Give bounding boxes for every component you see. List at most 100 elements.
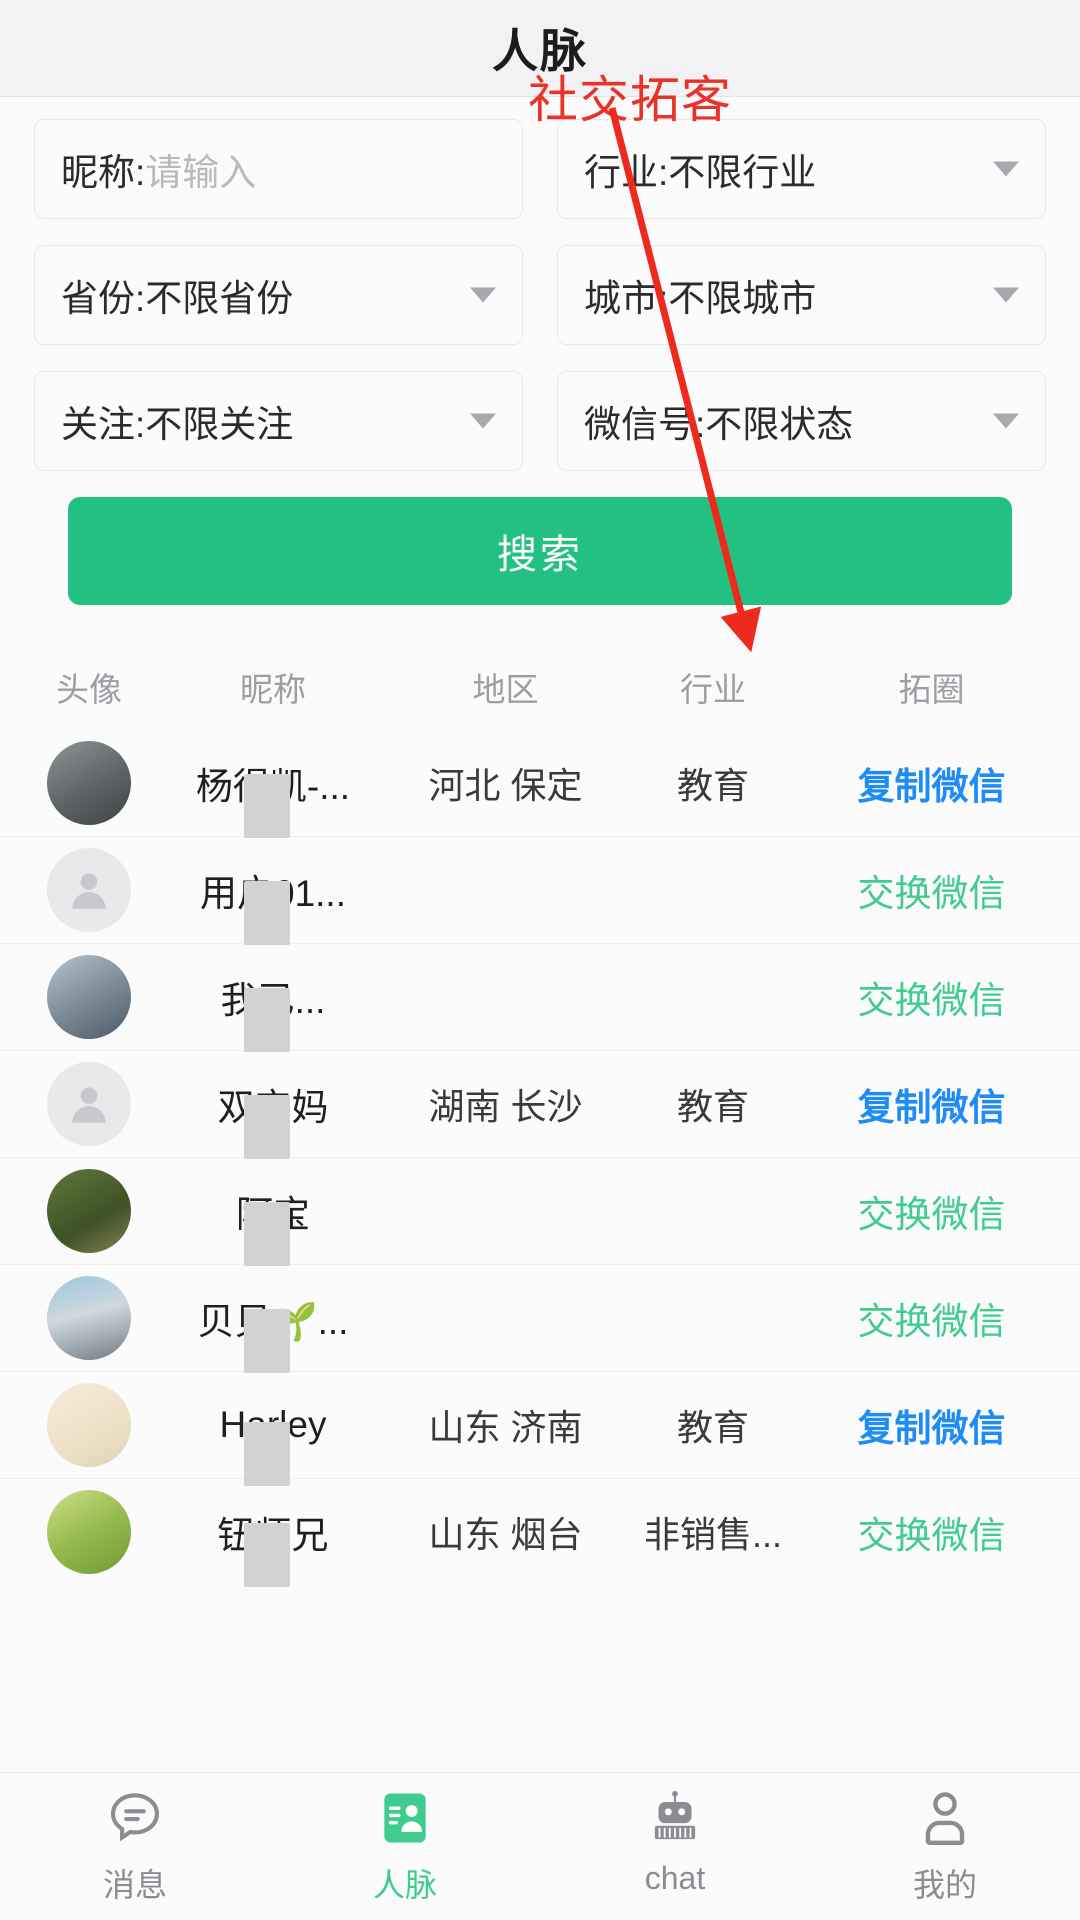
exchange-wechat-button[interactable]: 交换微信 [858, 1301, 1006, 1342]
nickname-text: 用户01... [200, 873, 346, 914]
tab-label: 消息 [102, 1867, 167, 1903]
filter-label-city: 城市: [584, 278, 669, 319]
cell-action: 复制微信 [813, 756, 1050, 810]
table-row[interactable]: 贝贝🌱... 交换微信 [0, 1264, 1080, 1373]
column-header-industry: 行业 [680, 671, 746, 708]
person-placeholder-icon [72, 1087, 106, 1123]
column-header-avatar: 头像 [56, 671, 122, 708]
filter-industry[interactable]: 行业: 不限行业 [557, 119, 1046, 219]
cell-nickname: 阿宝 [148, 1184, 398, 1266]
robot-icon [644, 1787, 706, 1849]
cell-industry: 非销售... [613, 1506, 813, 1558]
avatar[interactable] [47, 848, 131, 932]
filter-label-wechat-status: 微信号: [584, 404, 706, 445]
nickname-text: 钮师兄 [217, 1515, 329, 1556]
table-row[interactable]: 双宝妈 湖南 长沙 教育 复制微信 [0, 1050, 1080, 1159]
person-placeholder-icon [72, 873, 106, 909]
filter-province[interactable]: 省份: 不限省份 [34, 245, 523, 345]
filter-value-follow: 不限关注 [145, 404, 294, 445]
region-text: 山东 济南 [428, 1407, 583, 1448]
tab-消息[interactable]: 消息 [0, 1787, 270, 1906]
filter-label-province: 省份: [61, 278, 146, 319]
copy-wechat-button[interactable]: 复制微信 [858, 766, 1006, 807]
cell-nickname: 贝贝🌱... [148, 1291, 398, 1373]
filter-label-follow: 关注: [61, 404, 146, 445]
copy-wechat-button[interactable]: 复制微信 [858, 1408, 1006, 1449]
filter-label-nickname: 昵称: [61, 152, 146, 193]
filter-city[interactable]: 城市: 不限城市 [557, 245, 1046, 345]
filter-value-city: 不限城市 [668, 278, 817, 319]
chevron-down-icon [993, 161, 1019, 177]
tab-chat[interactable]: chat [540, 1787, 810, 1906]
tab-人脉[interactable]: 人脉 [270, 1787, 540, 1906]
cell-avatar [30, 1062, 148, 1146]
filter-value-province: 不限省份 [145, 278, 294, 319]
cell-avatar [30, 1276, 148, 1360]
filter-nickname[interactable]: 昵称: 请输入 [34, 119, 523, 219]
cell-nickname: 杨得凯-... [148, 756, 398, 838]
tab-label: 我的 [912, 1867, 977, 1903]
chevron-down-icon [993, 413, 1019, 429]
nickname-text: 阿宝 [236, 1194, 310, 1235]
filter-follow[interactable]: 关注: 不限关注 [34, 371, 523, 471]
chevron-down-icon [470, 287, 496, 303]
avatar[interactable] [47, 1383, 131, 1467]
industry-text: 教育 [676, 764, 749, 806]
table-row[interactable]: 用户01... 交换微信 [0, 836, 1080, 945]
avatar[interactable] [47, 1490, 131, 1574]
filter-row: 昵称: 请输入 行业: 不限行业 [34, 119, 1046, 219]
tab-label: chat [644, 1860, 706, 1896]
cell-action: 交换微信 [813, 1184, 1050, 1238]
cell-nickname: 钮师兄 [148, 1505, 398, 1587]
table-row[interactable]: 我已... 交换微信 [0, 943, 1080, 1052]
region-text: 河北 保定 [428, 764, 583, 806]
exchange-wechat-button[interactable]: 交换微信 [858, 1194, 1006, 1235]
cell-industry: 教育 [613, 1078, 813, 1130]
exchange-wechat-button[interactable]: 交换微信 [858, 873, 1006, 914]
table-row[interactable]: 杨得凯-... 河北 保定 教育 复制微信 [0, 729, 1080, 838]
avatar[interactable] [47, 955, 131, 1039]
cell-avatar [30, 1490, 148, 1574]
column-header-nickname: 昵称 [240, 671, 306, 708]
contacts-icon [374, 1787, 436, 1849]
app-root: 人脉 昵称: 请输入 行业: 不限行业 省份: 不限省份 城市: 不限城市 关注: 不限关注 微信号… [0, 0, 1080, 1920]
cell-region: 山东 济南 [398, 1399, 613, 1451]
person-icon [914, 1787, 976, 1849]
exchange-wechat-button[interactable]: 交换微信 [858, 1515, 1006, 1556]
bottom-tabbar: 消息 人脉 chat 我的 [0, 1772, 1080, 1920]
industry-text: 教育 [676, 1086, 749, 1127]
table-row[interactable]: 钮师兄 山东 烟台 非销售... 交换微信 [0, 1478, 1080, 1587]
cell-avatar [30, 740, 148, 825]
avatar[interactable] [47, 1276, 131, 1360]
cell-action: 交换微信 [813, 970, 1050, 1024]
search-button[interactable]: 搜索 [68, 497, 1012, 605]
filter-panel: 昵称: 请输入 行业: 不限行业 省份: 不限省份 城市: 不限城市 关注: 不限关注 微信号: 不限… [0, 97, 1080, 615]
industry-text: 非销售... [643, 1514, 782, 1555]
cell-region: 山东 烟台 [398, 1506, 613, 1558]
avatar[interactable] [47, 1062, 131, 1146]
cell-avatar [30, 955, 148, 1039]
filter-wechat-status[interactable]: 微信号: 不限状态 [557, 371, 1046, 471]
copy-wechat-button[interactable]: 复制微信 [858, 1087, 1006, 1128]
cell-action: 复制微信 [813, 1077, 1050, 1131]
nickname-text: 我已... [220, 980, 326, 1021]
avatar[interactable] [47, 1169, 131, 1253]
column-header-region: 地区 [472, 671, 539, 708]
table-header-row: 头像 昵称 地区 行业 拓圈 [0, 645, 1080, 729]
exchange-wechat-button[interactable]: 交换微信 [858, 980, 1006, 1021]
nickname-text: 双宝妈 [217, 1087, 329, 1128]
filter-label-industry: 行业: [584, 152, 669, 193]
column-header-action: 拓圈 [898, 671, 965, 708]
table-row[interactable]: 阿宝 交换微信 [0, 1157, 1080, 1266]
cell-nickname: 用户01... [148, 863, 398, 945]
cell-nickname: 我已... [148, 970, 398, 1052]
tab-我的[interactable]: 我的 [810, 1787, 1080, 1906]
contacts-table: 头像 昵称 地区 行业 拓圈 杨得凯-... 河北 保定 教育 复制微信 用户01...… [0, 645, 1080, 1587]
avatar[interactable] [47, 740, 131, 825]
nickname-text: Harley [219, 1404, 327, 1445]
cell-action: 交换微信 [813, 1505, 1050, 1559]
page-header: 人脉 [0, 0, 1080, 97]
cell-action: 交换微信 [813, 863, 1050, 917]
table-row[interactable]: Harley 山东 济南 教育 复制微信 [0, 1371, 1080, 1486]
region-text: 山东 烟台 [428, 1514, 583, 1555]
